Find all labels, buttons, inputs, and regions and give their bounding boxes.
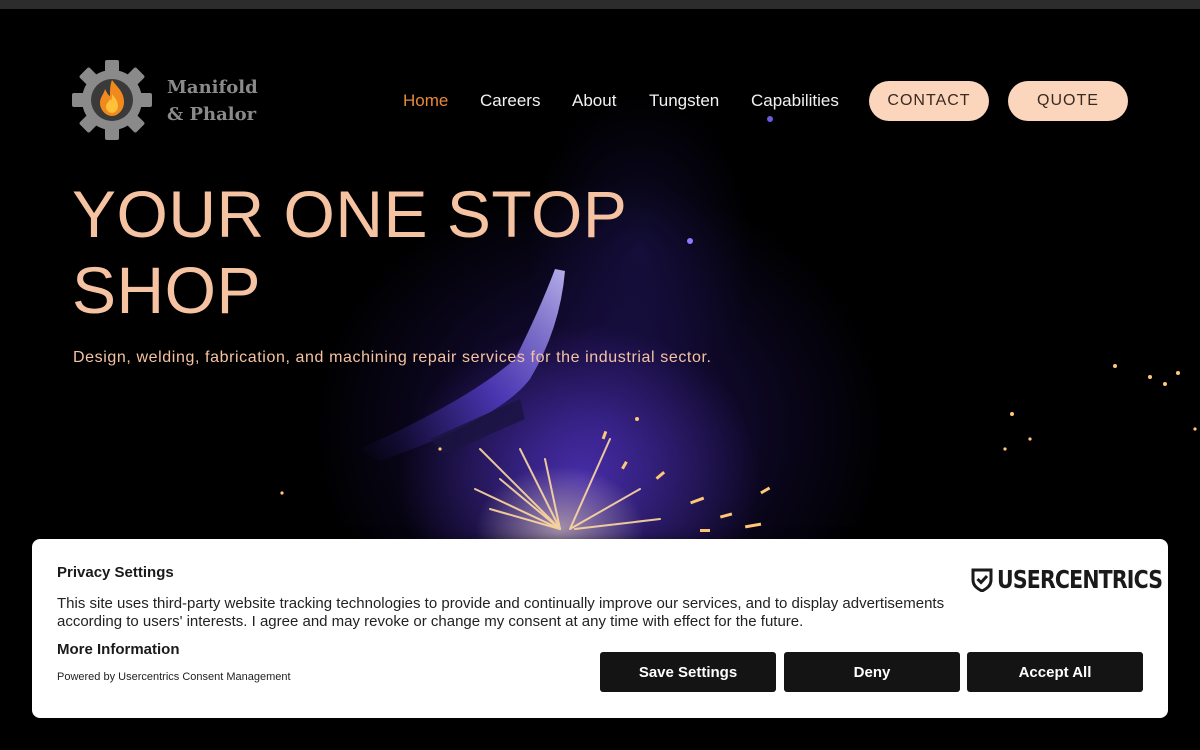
- hero-title: YOUR ONE STOP SHOP: [72, 176, 712, 328]
- hero-subtitle: Design, welding, fabrication, and machin…: [73, 349, 712, 366]
- site-logo[interactable]: Manifold & Phalor: [72, 60, 262, 142]
- brand-name-line1: Manifold: [167, 77, 258, 98]
- powered-by-text: Powered by Usercentrics Consent Manageme…: [57, 671, 291, 683]
- nav-home[interactable]: Home: [403, 91, 448, 111]
- brand-name: Manifold & Phalor: [167, 74, 258, 128]
- accept-all-button[interactable]: Accept All: [967, 652, 1143, 692]
- brand-name-line2: & Phalor: [167, 104, 257, 125]
- save-settings-button[interactable]: Save Settings: [600, 652, 776, 692]
- more-information-link[interactable]: More Information: [57, 641, 180, 658]
- gear-flame-icon: [72, 60, 152, 140]
- consent-body: This site uses third-party website track…: [57, 595, 945, 630]
- quote-button[interactable]: QUOTE: [1008, 81, 1128, 121]
- usercentrics-wordmark: USERCENTRICS: [997, 565, 1163, 594]
- contact-button[interactable]: CONTACT: [869, 81, 989, 121]
- nav-careers[interactable]: Careers: [480, 91, 540, 111]
- hero-title-line1: YOUR ONE STOP: [72, 177, 628, 251]
- nav-tungsten[interactable]: Tungsten: [649, 91, 719, 111]
- deny-button[interactable]: Deny: [784, 652, 960, 692]
- hero-title-line2: SHOP: [72, 253, 262, 327]
- shield-check-icon: [971, 568, 993, 592]
- usercentrics-logo: USERCENTRICS: [971, 567, 1163, 593]
- consent-title: Privacy Settings: [57, 564, 174, 581]
- nav-about[interactable]: About: [572, 91, 616, 111]
- nav-capabilities[interactable]: Capabilities: [751, 91, 839, 111]
- top-strip: [0, 0, 1200, 9]
- privacy-consent-banner: Privacy Settings This site uses third-pa…: [32, 539, 1168, 718]
